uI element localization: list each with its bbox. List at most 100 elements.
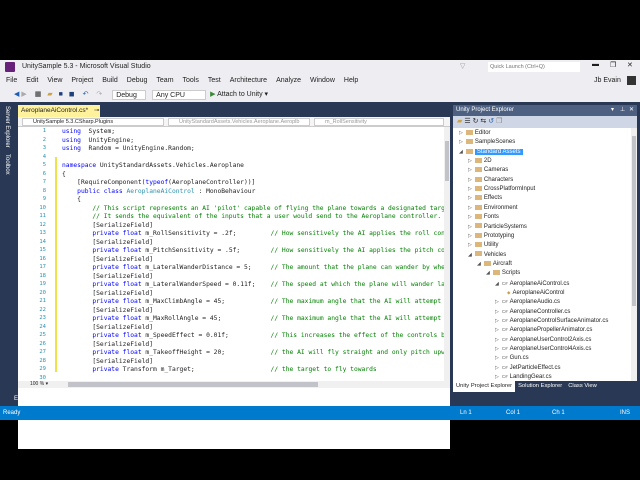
close-button[interactable]: ✕ bbox=[627, 61, 633, 69]
code-area[interactable]: 1 using System; 2 using UnityEngine; 3 using … bbox=[18, 127, 444, 381]
tree-item[interactable]: ◢ Vehicles bbox=[468, 251, 506, 260]
collapsed-arrow-icon[interactable]: ▷ bbox=[495, 337, 499, 343]
tab-class-view[interactable]: Class View bbox=[565, 381, 600, 392]
menu-window[interactable]: Window bbox=[310, 74, 335, 88]
forward-icon[interactable]: ▶ bbox=[21, 88, 26, 102]
restore-button[interactable]: ❐ bbox=[610, 61, 616, 69]
menu-tools[interactable]: Tools bbox=[183, 74, 199, 88]
tree-item[interactable]: ▷ Utility bbox=[468, 241, 499, 250]
collapsed-arrow-icon[interactable]: ▷ bbox=[495, 327, 499, 333]
back-icon[interactable]: ◀ bbox=[14, 88, 19, 102]
redo-icon[interactable]: ↷ bbox=[96, 88, 102, 102]
tree-item[interactable]: ▷ Editor bbox=[459, 129, 491, 138]
user-name[interactable]: Jb Evain bbox=[594, 77, 621, 84]
collapsed-arrow-icon[interactable]: ▷ bbox=[468, 242, 472, 248]
save-all-icon[interactable]: ◼ bbox=[69, 88, 75, 102]
tab-solution-explorer[interactable]: Solution Explorer bbox=[515, 381, 565, 392]
open-icon[interactable]: ▰ bbox=[47, 88, 52, 102]
configuration-select[interactable]: Debug bbox=[112, 90, 147, 100]
tab-output[interactable]: Output bbox=[46, 396, 64, 402]
pin-icon[interactable]: ⊸ bbox=[94, 107, 99, 114]
collapsed-arrow-icon[interactable]: ▷ bbox=[468, 158, 472, 164]
collapsed-arrow-icon[interactable]: ▷ bbox=[459, 139, 463, 145]
tree-item[interactable]: ◢ Aircraft bbox=[477, 260, 512, 269]
menu-architecture[interactable]: Architecture bbox=[230, 74, 267, 88]
refresh-icon[interactable]: ↺ bbox=[488, 118, 494, 125]
collapsed-arrow-icon[interactable]: ▷ bbox=[468, 186, 472, 192]
new-project-icon[interactable]: ▦ bbox=[35, 88, 42, 102]
horizontal-scrollbar[interactable] bbox=[68, 382, 318, 387]
tree-item[interactable]: ▷ 2D bbox=[468, 157, 492, 166]
tab-unity-project-explorer[interactable]: Unity Project Explorer bbox=[453, 381, 516, 392]
toolbox-tab[interactable]: Toolbox bbox=[4, 154, 10, 175]
tree-item[interactable]: ▷ Characters bbox=[468, 176, 513, 185]
panel-menu-icon[interactable]: ▾ bbox=[611, 105, 614, 116]
zoom-select[interactable]: 100 % bbox=[30, 381, 44, 387]
tab-find-results[interactable]: Find Results bbox=[182, 396, 215, 402]
sync-icon[interactable]: ⇆ bbox=[480, 118, 486, 125]
collapsed-arrow-icon[interactable]: ▷ bbox=[495, 299, 499, 305]
member-dropdown[interactable]: m_RollSensitivity bbox=[314, 118, 444, 126]
collapsed-arrow-icon[interactable]: ▷ bbox=[495, 318, 499, 324]
home-icon[interactable]: ▰ bbox=[457, 118, 462, 125]
menu-edit[interactable]: Edit bbox=[26, 74, 38, 88]
menu-build[interactable]: Build bbox=[102, 74, 118, 88]
menu-project[interactable]: Project bbox=[71, 74, 93, 88]
tree-item[interactable]: ▷ C# LandingGear.cs bbox=[495, 372, 552, 381]
collapsed-arrow-icon[interactable]: ▷ bbox=[495, 346, 499, 352]
collapsed-arrow-icon[interactable]: ▷ bbox=[468, 177, 472, 183]
panel-close-icon[interactable]: ✕ bbox=[629, 105, 634, 116]
expanded-arrow-icon[interactable]: ◢ bbox=[459, 149, 463, 155]
collapsed-arrow-icon[interactable]: ▷ bbox=[468, 233, 472, 239]
menu-view[interactable]: View bbox=[47, 74, 62, 88]
properties-icon[interactable]: ☰ bbox=[464, 118, 470, 125]
vertical-scrollbar[interactable] bbox=[444, 127, 450, 381]
menu-debug[interactable]: Debug bbox=[127, 74, 148, 88]
menu-test[interactable]: Test bbox=[208, 74, 221, 88]
tree-item[interactable]: ▷ Effects bbox=[468, 194, 502, 203]
tree-item[interactable]: ◢ Scripts bbox=[486, 269, 520, 278]
tree-item[interactable]: ▷ Cameras bbox=[468, 166, 508, 175]
expanded-arrow-icon[interactable]: ◢ bbox=[495, 281, 499, 287]
server-explorer-tab[interactable]: Server Explorer bbox=[4, 106, 10, 148]
tab-find-results-1[interactable]: Find Results 1 bbox=[72, 396, 110, 402]
tree-item[interactable]: ▷ ParticleSystems bbox=[468, 223, 527, 232]
tree-item[interactable]: ▷ SampleScenes bbox=[459, 138, 515, 147]
menu-team[interactable]: Team bbox=[156, 74, 173, 88]
document-tab[interactable]: AeroplaneAiControl.cs* ⊸ ✕ bbox=[18, 105, 100, 126]
menu-file[interactable]: File bbox=[6, 74, 17, 88]
collapsed-arrow-icon[interactable]: ▷ bbox=[468, 167, 472, 173]
collapsed-arrow-icon[interactable]: ▷ bbox=[495, 355, 499, 361]
collapsed-arrow-icon[interactable]: ▷ bbox=[459, 130, 463, 136]
attach-to-unity-button[interactable]: ▶ Attach to Unity ▾ bbox=[210, 88, 268, 102]
undo-icon[interactable]: ↶ bbox=[83, 88, 89, 102]
expanded-arrow-icon[interactable]: ◢ bbox=[486, 270, 490, 276]
menu-help[interactable]: Help bbox=[344, 74, 358, 88]
collapsed-arrow-icon[interactable]: ▷ bbox=[468, 195, 472, 201]
tree-item[interactable]: ▷ Fonts bbox=[468, 213, 499, 222]
quick-launch-input[interactable] bbox=[488, 62, 580, 72]
expanded-arrow-icon[interactable]: ◢ bbox=[468, 252, 472, 258]
expanded-arrow-icon[interactable]: ◢ bbox=[477, 261, 481, 267]
tab-error-list[interactable]: Error List bbox=[14, 396, 38, 402]
collapsed-arrow-icon[interactable]: ▷ bbox=[495, 309, 499, 315]
collapsed-arrow-icon[interactable]: ▷ bbox=[495, 374, 499, 380]
collapsed-arrow-icon[interactable]: ▷ bbox=[468, 205, 472, 211]
save-icon[interactable]: ■ bbox=[59, 88, 63, 102]
tree-item[interactable]: ▷ Prototyping bbox=[468, 232, 514, 241]
platform-select[interactable]: Any CPU bbox=[152, 90, 207, 100]
tree-item[interactable]: ▷ Environment bbox=[468, 204, 518, 213]
panel-pin-icon[interactable]: ⊥ bbox=[620, 105, 625, 116]
tree-item[interactable]: ◢ Standard Assets bbox=[459, 148, 523, 157]
tree-scrollbar[interactable] bbox=[631, 128, 637, 381]
collapsed-arrow-icon[interactable]: ▷ bbox=[468, 224, 472, 230]
tab-find-symbol-results[interactable]: Find Symbol Results bbox=[119, 396, 174, 402]
project-dropdown[interactable]: UnitySample 5.3.CSharp.Plugins bbox=[22, 118, 164, 126]
collapsed-arrow-icon[interactable]: ▷ bbox=[495, 365, 499, 371]
menu-analyze[interactable]: Analyze bbox=[276, 74, 301, 88]
collapse-all-icon[interactable]: ❐ bbox=[496, 118, 502, 125]
minimize-button[interactable]: ▬ bbox=[592, 61, 599, 68]
redo-icon[interactable]: ↻ bbox=[473, 118, 479, 125]
tree-item[interactable]: ▷ CrossPlatformInput bbox=[468, 185, 535, 194]
type-dropdown[interactable]: UnityStandardAssets.Vehicles.Aeroplane.A… bbox=[168, 118, 310, 126]
